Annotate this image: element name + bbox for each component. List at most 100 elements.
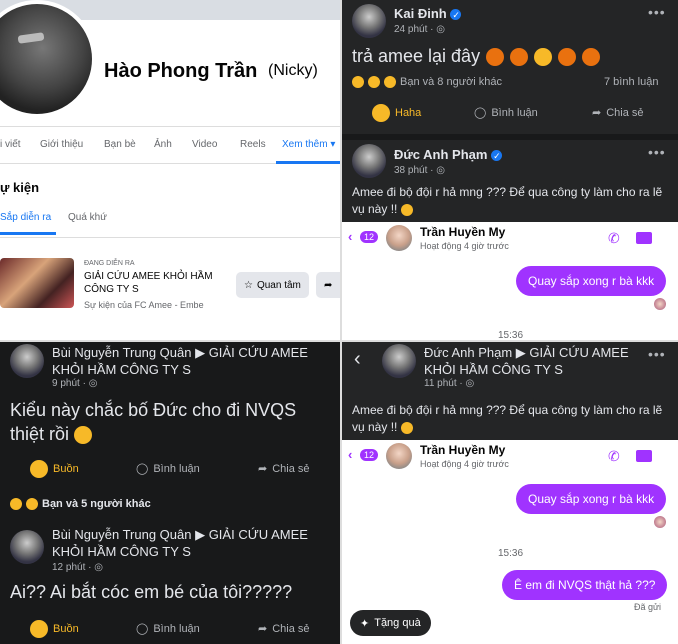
verified-badge-icon — [491, 148, 503, 165]
frustrated-emoji-icon — [534, 47, 553, 66]
vertical-divider — [340, 0, 342, 644]
post-time: 12 phút · ◎ — [52, 562, 103, 573]
interested-button[interactable]: ☆ Quan tâm — [236, 272, 309, 298]
comment-button[interactable]: ◯ Bình luận — [136, 462, 200, 476]
sent-message[interactable]: Quay sắp xong r bà kkk — [516, 266, 667, 296]
video-call-icon[interactable] — [636, 232, 652, 244]
tab-about[interactable]: Giới thiệu — [40, 139, 83, 150]
event-thumbnail[interactable] — [0, 258, 74, 308]
profile-nickname: (Nicky) — [268, 62, 318, 79]
video-call-icon[interactable] — [636, 450, 652, 462]
reaction-summary[interactable]: Bạn và 8 người khác — [352, 76, 502, 88]
sad-button[interactable]: Buồn — [30, 460, 79, 478]
seen-avatar — [654, 516, 666, 528]
globe-icon: ◎ — [436, 24, 445, 35]
group-posts-panel: Bùi Nguyễn Trung Quân ▶ GIẢI CỨU AMEE KH… — [0, 342, 340, 644]
active-subtab-indicator — [0, 232, 56, 235]
contact-name[interactable]: Trần Huyền My — [420, 443, 505, 457]
back-arrow-icon[interactable]: ‹ — [348, 229, 352, 244]
chat-area: Quay sắp xong r bà kkk 15:36 — [342, 256, 678, 340]
haha-button[interactable]: Haha — [372, 104, 421, 122]
author-avatar[interactable] — [352, 144, 386, 178]
active-tab-indicator — [276, 161, 340, 164]
verified-badge-icon — [450, 7, 462, 24]
angry-emoji-icon — [486, 47, 505, 66]
contact-status: Hoạt động 4 giờ trước — [420, 459, 509, 469]
post-text: Amee đi bộ đội r hả mng ??? Để qua công … — [352, 185, 663, 216]
share-icon: ➦ — [258, 463, 268, 475]
subtab-past[interactable]: Quá khứ — [68, 212, 107, 223]
angry-emoji-icon — [558, 47, 577, 66]
back-arrow-icon[interactable]: ‹ — [354, 348, 361, 371]
share-icon: ➦ — [592, 107, 602, 119]
author-avatar[interactable] — [352, 4, 386, 38]
haha-icon — [372, 104, 390, 122]
sent-status: Đã gửi — [634, 602, 662, 612]
post-author[interactable]: Bùi Nguyễn Trung Quân ▶ GIẢI CỨU AMEE KH… — [52, 344, 332, 378]
globe-icon: ◎ — [465, 378, 475, 389]
tab-more[interactable]: Xem thêm ▾ — [282, 139, 335, 150]
wow-reaction-icon — [368, 76, 380, 88]
tab-video[interactable]: Video — [192, 139, 217, 150]
author-avatar[interactable] — [10, 344, 44, 378]
share-button[interactable]: ➦ Chia sẻ — [258, 622, 310, 636]
events-section-title: ự kiện — [0, 180, 40, 195]
comment-button[interactable]: ◯ Bình luận — [474, 106, 538, 120]
share-arrow-icon: ➦ — [324, 279, 333, 291]
comment-icon: ◯ — [136, 623, 149, 635]
comment-count[interactable]: 7 bình luận — [604, 76, 658, 88]
contact-avatar[interactable] — [386, 443, 412, 469]
sad-button[interactable]: Buồn — [30, 620, 79, 638]
sent-message[interactable]: Ê em đi NVQS thật hả ??? — [502, 570, 668, 600]
post-author[interactable]: Bùi Nguyễn Trung Quân ▶ GIẢI CỨU AMEE KH… — [52, 526, 332, 560]
comment-icon: ◯ — [474, 107, 487, 119]
sent-message[interactable]: Quay sắp xong r bà kkk — [516, 484, 667, 514]
share-button[interactable]: ➦ Chia sẻ — [258, 462, 310, 476]
divider — [0, 237, 340, 238]
event-title[interactable]: GIẢI CỨU AMEE KHỎI HẦM CÔNG TY S — [84, 270, 234, 296]
haha-reaction-icon — [26, 498, 38, 510]
unread-badge: 12 — [360, 449, 379, 461]
post-text: trả amee lại đây — [352, 46, 601, 67]
post-author[interactable]: Đức Anh Phạm ▶ GIẢI CỨU AMEE KHỎI HẦM CÔ… — [424, 344, 644, 378]
event-host: Sự kiện của FC Amee - Embe — [84, 300, 204, 310]
messenger-chat-header: ‹ 12 Trần Huyền My Hoạt động 4 giờ trước… — [342, 222, 678, 256]
post-time: 24 phút · ◎ — [394, 24, 445, 35]
tab-posts[interactable]: i viết — [0, 139, 21, 150]
profile-tabs: i viết Giới thiệu Bạn bè Ảnh Video Reels… — [0, 126, 340, 164]
share-event-button[interactable]: ➦ — [316, 272, 340, 298]
subtab-upcoming[interactable]: Sắp diễn ra — [0, 212, 51, 223]
post-author[interactable]: Kai Đinh — [394, 5, 462, 24]
comment-button[interactable]: ◯ Bình luận — [136, 622, 200, 636]
phone-icon[interactable]: ✆ — [608, 230, 620, 247]
globe-icon: ◎ — [436, 165, 445, 176]
more-options-icon[interactable]: ••• — [648, 144, 666, 160]
contact-name[interactable]: Trần Huyền My — [420, 225, 505, 239]
back-arrow-icon[interactable]: ‹ — [348, 447, 352, 462]
post-author[interactable]: Đức Anh Phạm — [394, 146, 503, 165]
angry-emoji-icon — [510, 47, 529, 66]
post-card: ‹ Đức Anh Phạm ▶ GIẢI CỨU AMEE KHỎI HẦM … — [342, 342, 678, 442]
profile-panel: Hào Phong Trần (Nicky) i viết Giới thiệu… — [0, 0, 340, 340]
phone-icon[interactable]: ✆ — [608, 448, 620, 465]
share-button[interactable]: ➦ Chia sẻ — [592, 106, 644, 120]
sad-icon — [30, 620, 48, 638]
post-separator — [342, 134, 678, 140]
contact-avatar[interactable] — [386, 225, 412, 251]
globe-icon: ◎ — [88, 378, 98, 389]
sad-icon — [30, 460, 48, 478]
more-options-icon[interactable]: ••• — [648, 4, 666, 20]
gift-button[interactable]: ✦ Tặng quà — [350, 610, 431, 636]
author-avatar[interactable] — [10, 530, 44, 564]
tab-friends[interactable]: Bạn bè — [104, 139, 136, 150]
post-text: Amee đi bộ đội r hả mng ??? Để qua công … — [352, 403, 663, 434]
sad-reaction-icon — [384, 76, 396, 88]
reaction-summary[interactable]: Bạn và 5 người khác — [10, 498, 151, 510]
more-options-icon[interactable]: ••• — [648, 346, 666, 362]
author-avatar[interactable] — [382, 344, 416, 378]
angry-emoji-icon — [582, 47, 601, 66]
tab-reels[interactable]: Reels — [240, 139, 266, 150]
dark-feed-panel: Kai Đinh 24 phút · ◎ ••• trả amee lại đâ… — [342, 0, 678, 340]
message-time: 15:36 — [498, 330, 524, 340]
tab-photos[interactable]: Ảnh — [154, 139, 172, 150]
